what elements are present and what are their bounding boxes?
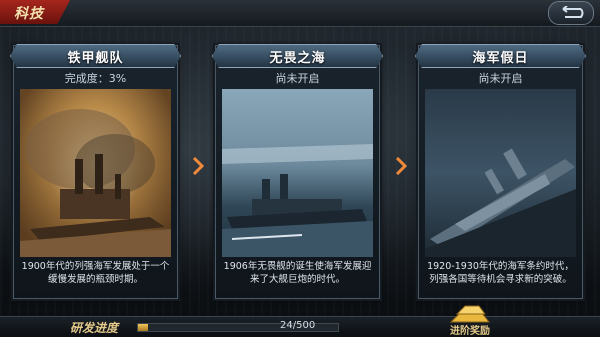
tech-card-ironclad-fleet[interactable]: 铁甲舰队 完成度：3% 1900年代的列强海军发展处于一个缓慢发展的瓶颈时期。 <box>10 44 181 299</box>
top-bar: 科技 <box>0 0 600 27</box>
card-header: 铁甲舰队 <box>10 44 181 68</box>
research-progress-fill <box>138 324 148 331</box>
tech-card-dreadnought-sea[interactable]: 无畏之海 尚未开启 1906年无畏舰的诞生使海军发展迎来了大舰巨炮的时代。 <box>212 44 383 299</box>
card-description: 1906年无畏舰的诞生使海军发展迎来了大舰巨炮的时代。 <box>223 261 372 285</box>
card-description: 1920-1930年代的海军条约时代，列强各国等待机会寻求新的突破。 <box>427 261 574 285</box>
battleship-photo <box>20 89 171 257</box>
research-progress-label: 研发进度 <box>70 321 119 335</box>
ship-silhouette-icon <box>20 109 171 257</box>
card-header: 无畏之海 <box>212 44 383 68</box>
tech-card-naval-holiday[interactable]: 海军假日 尚未开启 1920-1930年代的海军条约时代，列强各国等待机会寻求新… <box>415 44 586 299</box>
card-title: 铁甲舰队 <box>67 51 124 66</box>
advance-reward-button[interactable]: 进阶奖励 <box>450 322 490 337</box>
back-arrow-icon <box>562 6 584 18</box>
page-title: 科技 <box>14 6 44 22</box>
battleship-photo <box>222 89 373 257</box>
research-progress-text: 24/500 <box>280 320 316 331</box>
chevron-right-icon <box>395 157 407 175</box>
card-status: 尚未开启 <box>275 72 320 85</box>
card-description: 1900年代的列强海军发展处于一个缓慢发展的瓶颈时期。 <box>21 261 170 285</box>
card-title: 海军假日 <box>472 51 529 66</box>
card-title: 无畏之海 <box>269 51 326 66</box>
chevron-right-icon <box>192 157 204 175</box>
ship-silhouette-icon <box>222 144 373 257</box>
card-status: 完成度：3% <box>64 72 127 85</box>
card-status: 尚未开启 <box>478 72 523 85</box>
card-header: 海军假日 <box>415 44 586 68</box>
ship-silhouette-icon <box>425 148 576 257</box>
battleship-photo <box>425 89 576 257</box>
back-button[interactable] <box>548 1 594 25</box>
